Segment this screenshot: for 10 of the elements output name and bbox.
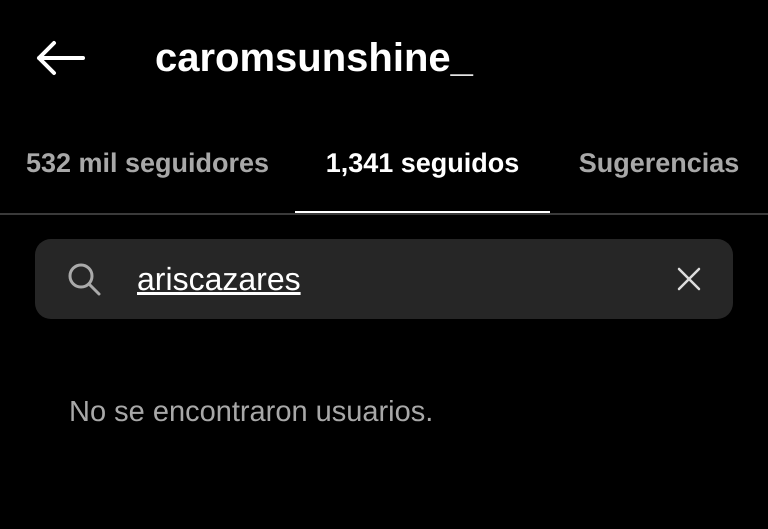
profile-username: caromsunshine_ — [155, 38, 473, 78]
empty-message: No se encontraron usuarios. — [68, 395, 434, 430]
tab[interactable]: 532 mil seguidores — [0, 115, 295, 213]
back-arrow-icon[interactable] — [35, 40, 85, 76]
search-input[interactable]: ariscazares — [137, 255, 677, 303]
search-field[interactable]: ariscazares — [35, 239, 733, 319]
tab[interactable]: 1,341 seguidos — [295, 115, 550, 213]
search-icon — [67, 262, 101, 296]
tab[interactable]: Sugerencias — [550, 115, 768, 213]
close-icon[interactable] — [677, 267, 701, 291]
